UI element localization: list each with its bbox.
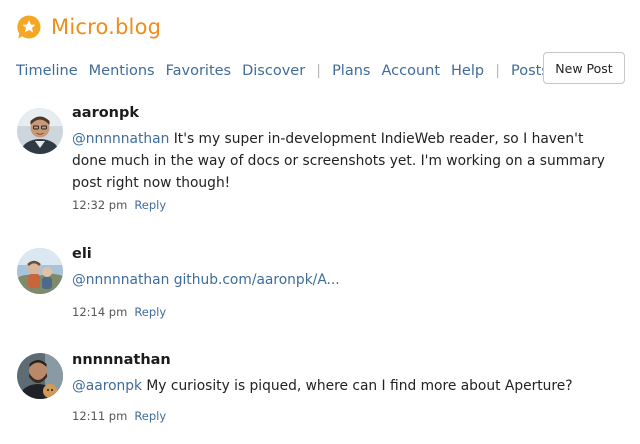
reply-link[interactable]: Reply bbox=[134, 198, 166, 212]
site-header: Micro.blog bbox=[16, 14, 161, 40]
nav-favorites[interactable]: Favorites bbox=[166, 63, 232, 79]
main-nav: Timeline Mentions Favorites Discover | P… bbox=[16, 57, 626, 85]
post-text: @aaronpk My curiosity is piqued, where c… bbox=[72, 375, 622, 397]
post-timestamp[interactable]: 12:11 pm bbox=[72, 409, 127, 423]
avatar-eli[interactable] bbox=[17, 248, 63, 294]
reply-link[interactable]: Reply bbox=[134, 409, 166, 423]
nav-timeline[interactable]: Timeline bbox=[16, 63, 78, 79]
post-content: My curiosity is piqued, where can I find… bbox=[142, 378, 573, 394]
nav-mentions[interactable]: Mentions bbox=[89, 63, 155, 79]
post-username[interactable]: nnnnnathan bbox=[72, 351, 622, 369]
new-post-button[interactable]: New Post bbox=[543, 52, 625, 84]
post-mention[interactable]: @nnnnnathan bbox=[72, 272, 169, 288]
post-mention[interactable]: @nnnnnathan bbox=[72, 131, 169, 147]
nav-separator: | bbox=[316, 63, 322, 79]
post-body: nnnnnathan @aaronpk My curiosity is piqu… bbox=[72, 351, 622, 423]
nav-account[interactable]: Account bbox=[381, 63, 440, 79]
avatar-nnnnnathan[interactable] bbox=[17, 353, 63, 399]
avatar-aaronpk[interactable] bbox=[17, 108, 63, 154]
post-body: aaronpk @nnnnnathan It's my super in-dev… bbox=[72, 104, 622, 212]
post-text: @nnnnnathan It's my super in-development… bbox=[72, 128, 622, 194]
post-timestamp[interactable]: 12:14 pm bbox=[72, 305, 127, 319]
post-meta: 12:32 pm Reply bbox=[72, 198, 622, 212]
post-body: eli @nnnnnathan github.com/aaronpk/A... … bbox=[72, 245, 622, 319]
post-meta: 12:11 pm Reply bbox=[72, 409, 622, 423]
post-username[interactable]: aaronpk bbox=[72, 104, 622, 122]
post-timestamp[interactable]: 12:32 pm bbox=[72, 198, 127, 212]
post-username[interactable]: eli bbox=[72, 245, 622, 263]
reply-link[interactable]: Reply bbox=[134, 305, 166, 319]
post-mention[interactable]: @aaronpk bbox=[72, 378, 142, 394]
nav-discover[interactable]: Discover bbox=[242, 63, 305, 79]
nav-separator: | bbox=[495, 63, 500, 79]
site-brand[interactable]: Micro.blog bbox=[51, 15, 161, 39]
post-link[interactable]: github.com/aaronpk/A... bbox=[174, 272, 340, 288]
nav-plans[interactable]: Plans bbox=[332, 63, 370, 79]
post-meta: 12:14 pm Reply bbox=[72, 305, 622, 319]
nav-help[interactable]: Help bbox=[451, 63, 484, 79]
star-speech-bubble-icon[interactable] bbox=[16, 14, 42, 40]
post-text: @nnnnnathan github.com/aaronpk/A... bbox=[72, 269, 622, 291]
